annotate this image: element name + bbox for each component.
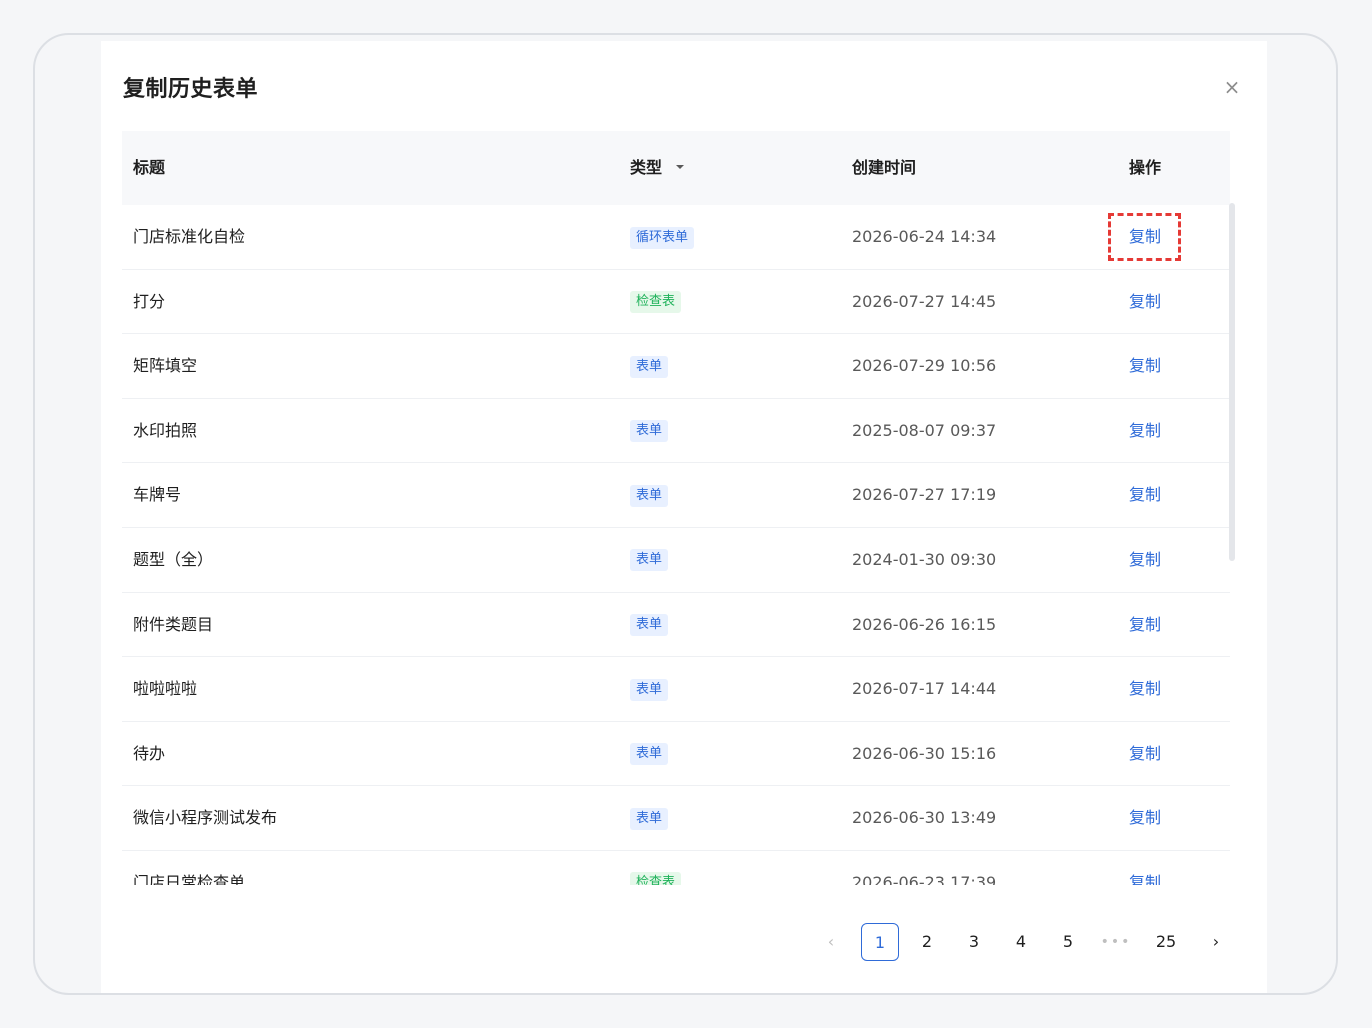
row-type-cell: 表单 (630, 722, 669, 786)
type-tag: 循环表单 (630, 226, 695, 249)
dialog-title: 复制历史表单 (123, 77, 259, 102)
copy-button[interactable]: 复制 (1129, 463, 1161, 527)
row-type-cell: 表单 (630, 334, 669, 398)
table-header: 标题 类型 创建时间 操作 (122, 131, 1230, 205)
row-title: 待办 (133, 743, 166, 763)
table-row: 附件类题目 表单 2026-06-26 16:15 复制 (122, 593, 1230, 658)
row-created-time: 2026-06-30 13:49 (852, 808, 997, 828)
type-tag: 表单 (630, 484, 669, 507)
row-created-time: 2026-06-24 14:34 (852, 227, 997, 246)
page-1[interactable]: 1 (861, 923, 899, 961)
column-header-type-label: 类型 (630, 158, 663, 177)
copy-button[interactable]: 复制 (1129, 851, 1161, 885)
pagination: ‹ 1 2 3 4 5 ••• 25 › (101, 923, 1267, 961)
type-tag: 表单 (630, 355, 669, 378)
row-created-time: 2026-06-26 16:15 (852, 614, 997, 634)
row-type-cell: 表单 (630, 399, 669, 463)
page-5[interactable]: 5 (1049, 923, 1087, 961)
row-type-cell: 循环表单 (630, 205, 695, 269)
page-25[interactable]: 25 (1147, 923, 1185, 961)
window-frame: 复制历史表单 × 标题 类型 创建时间 操作 门店标准化自检 循环表单 2026-0… (33, 33, 1338, 995)
type-tag: 表单 (630, 807, 669, 830)
row-created-time: 2025-08-07 09:37 (852, 420, 997, 440)
copy-button[interactable]: 复制 (1129, 722, 1161, 786)
row-created-time: 2024-01-30 09:30 (852, 549, 997, 569)
row-title: 题型（全） (133, 549, 214, 569)
type-tag: 表单 (630, 678, 669, 701)
close-icon[interactable]: × (1222, 77, 1242, 97)
caret-down-icon[interactable] (676, 164, 685, 169)
table-row: 矩阵填空 表单 2026-07-29 10:56 复制 (122, 334, 1230, 399)
copy-history-dialog: 复制历史表单 × 标题 类型 创建时间 操作 门店标准化自检 循环表单 2026-0… (101, 41, 1267, 993)
row-title: 车牌号 (133, 485, 182, 505)
row-title: 门店日常检查单 (133, 872, 246, 885)
prev-page-icon[interactable]: ‹ (816, 923, 846, 961)
column-header-title: 标题 (133, 158, 166, 177)
row-title: 矩阵填空 (133, 356, 198, 376)
row-created-time: 2026-06-30 15:16 (852, 743, 997, 763)
table-row: 啦啦啦啦 表单 2026-07-17 14:44 复制 (122, 657, 1230, 722)
table-row: 打分 检查表 2026-07-27 14:45 复制 (122, 270, 1230, 335)
type-tag: 表单 (630, 420, 669, 443)
forms-table: 标题 类型 创建时间 操作 门店标准化自检 循环表单 2026-06-24 14:3… (122, 131, 1230, 885)
copy-button[interactable]: 复制 (1129, 528, 1161, 592)
more-pages-ellipsis[interactable]: ••• (1097, 923, 1135, 961)
column-header-action: 操作 (1129, 158, 1162, 177)
type-tag: 表单 (630, 614, 669, 637)
page-3[interactable]: 3 (955, 923, 993, 961)
row-title: 水印拍照 (133, 420, 198, 440)
type-tag: 表单 (630, 743, 669, 766)
copy-button[interactable]: 复制 (1129, 399, 1161, 463)
row-title: 啦啦啦啦 (133, 679, 198, 699)
type-tag: 检查表 (630, 291, 682, 314)
row-type-cell: 表单 (630, 657, 669, 721)
table-row: 题型（全） 表单 2024-01-30 09:30 复制 (122, 528, 1230, 593)
copy-button[interactable]: 复制 (1129, 334, 1161, 398)
row-created-time: 2026-07-27 17:19 (852, 485, 997, 505)
table-row: 门店标准化自检 循环表单 2026-06-24 14:34 复制 (122, 205, 1230, 270)
row-type-cell: 表单 (630, 786, 669, 850)
row-title: 微信小程序测试发布 (133, 808, 278, 828)
page-2[interactable]: 2 (908, 923, 946, 961)
row-type-cell: 检查表 (630, 851, 682, 885)
row-created-time: 2026-07-17 14:44 (852, 679, 997, 699)
row-created-time: 2026-06-23 17:39 (852, 872, 997, 885)
table-row: 门店日常检查单 检查表 2026-06-23 17:39 复制 (122, 851, 1230, 885)
row-created-time: 2026-07-27 14:45 (852, 291, 997, 311)
table-row: 水印拍照 表单 2025-08-07 09:37 复制 (122, 399, 1230, 464)
type-tag: 检查表 (630, 872, 682, 885)
table-row: 微信小程序测试发布 表单 2026-06-30 13:49 复制 (122, 786, 1230, 851)
row-created-time: 2026-07-29 10:56 (852, 356, 997, 376)
row-type-cell: 检查表 (630, 270, 682, 334)
column-header-type[interactable]: 类型 (630, 131, 685, 205)
table-body[interactable]: 门店标准化自检 循环表单 2026-06-24 14:34 复制 打分 检查表 2026-0… (122, 205, 1230, 885)
row-title: 附件类题目 (133, 614, 214, 634)
row-type-cell: 表单 (630, 463, 669, 527)
next-page-icon[interactable]: › (1201, 923, 1231, 961)
page-4[interactable]: 4 (1002, 923, 1040, 961)
copy-button[interactable]: 复制 (1129, 593, 1161, 657)
row-type-cell: 表单 (630, 528, 669, 592)
copy-button[interactable]: 复制 (1129, 270, 1161, 334)
row-title: 门店标准化自检 (133, 227, 246, 246)
table-scrollbar[interactable] (1229, 203, 1235, 561)
row-title: 打分 (133, 291, 166, 311)
table-row: 车牌号 表单 2026-07-27 17:19 复制 (122, 463, 1230, 528)
copy-button[interactable]: 复制 (1129, 657, 1161, 721)
table-row: 待办 表单 2026-06-30 15:16 复制 (122, 722, 1230, 787)
copy-button[interactable]: 复制 (1129, 205, 1161, 269)
column-header-created: 创建时间 (852, 158, 917, 177)
copy-button[interactable]: 复制 (1129, 786, 1161, 850)
type-tag: 表单 (630, 549, 669, 572)
row-type-cell: 表单 (630, 593, 669, 657)
